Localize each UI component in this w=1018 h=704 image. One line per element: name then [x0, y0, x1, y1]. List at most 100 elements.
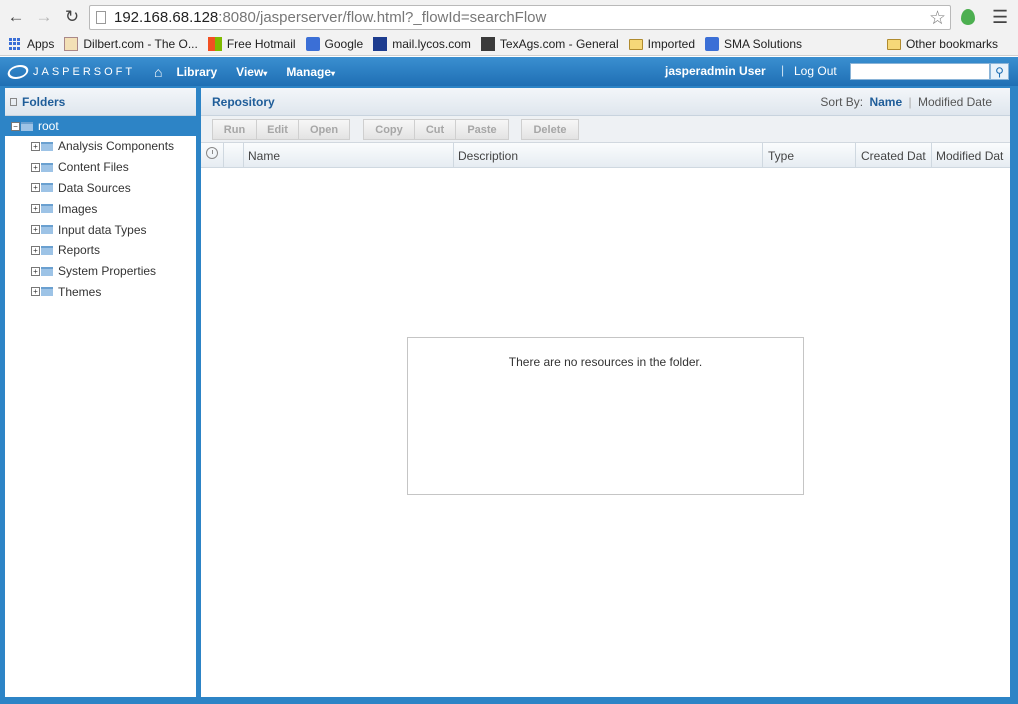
folders-header: Folders [5, 88, 196, 116]
bookmark-lycos[interactable]: mail.lycos.com [373, 37, 471, 51]
logo-text: JASPERSOFT [33, 65, 136, 78]
expand-node-icon[interactable]: + [31, 245, 40, 255]
tree-node-content-files[interactable]: + Content Files [5, 157, 196, 178]
extension-icon[interactable] [961, 9, 975, 25]
sort-by-label: Sort By: [820, 95, 864, 109]
tree-node-label: Themes [58, 284, 102, 299]
column-divider [855, 143, 856, 168]
column-divider [931, 143, 932, 168]
tree-node-images[interactable]: + Images [5, 198, 196, 219]
tree-node-label: System Properties [58, 264, 157, 279]
home-icon[interactable]: ⌂ [154, 64, 162, 80]
user-name[interactable]: jasperadmin User [665, 64, 766, 78]
menu-view-label: View [236, 64, 264, 79]
collapse-node-icon[interactable]: − [11, 121, 20, 131]
column-description[interactable]: Description [458, 149, 518, 163]
folders-title: Folders [22, 94, 66, 109]
empty-folder-message: There are no resources in the folder. [508, 355, 703, 369]
bookmark-star-icon[interactable]: ☆ [929, 7, 946, 30]
bookmark-sma[interactable]: SMA Solutions [705, 37, 802, 51]
folder-icon [41, 204, 53, 214]
delete-button[interactable]: Delete [521, 119, 579, 140]
bookmark-label: mail.lycos.com [392, 37, 471, 51]
cut-button[interactable]: Cut [414, 119, 456, 140]
tree-node-themes[interactable]: + Themes [5, 282, 196, 303]
column-created-date[interactable]: Created Dat [861, 149, 926, 163]
tree-node-analysis-components[interactable]: + Analysis Components [5, 136, 196, 157]
paste-button[interactable]: Paste [455, 119, 509, 140]
bookmark-google[interactable]: Google [305, 37, 364, 51]
tree-node-root[interactable]: − root [5, 116, 196, 136]
bookmark-texags[interactable]: TexAgs.com - General [480, 37, 619, 51]
texags-icon [480, 37, 495, 51]
edit-button[interactable]: Edit [256, 119, 299, 140]
bookmark-label: Other bookmarks [905, 37, 998, 51]
expand-node-icon[interactable]: + [31, 225, 40, 235]
reload-icon[interactable]: ↻ [60, 5, 84, 29]
windows-logo-icon [207, 37, 222, 51]
bookmark-apps[interactable]: Apps [8, 37, 54, 51]
empty-folder-message-box: There are no resources in the folder. [407, 337, 804, 495]
repository-title: Repository [212, 94, 275, 109]
tree-node-input-data-types[interactable]: + Input data Types [5, 219, 196, 240]
caret-down-icon: ▾ [263, 68, 268, 78]
repository-toolbar: Run Edit Open Copy Cut Paste Delete [201, 116, 1010, 143]
folder-icon [41, 225, 53, 235]
sort-by-name[interactable]: Name [869, 95, 902, 109]
copy-button[interactable]: Copy [363, 119, 415, 140]
bookmark-label: SMA Solutions [724, 37, 803, 51]
dilbert-icon [64, 37, 79, 51]
bookmark-hotmail[interactable]: Free Hotmail [207, 37, 296, 51]
bookmark-label: Google [324, 37, 364, 51]
column-divider [243, 143, 244, 168]
menu-view[interactable]: View▾ [236, 65, 267, 79]
tree-node-label: Input data Types [58, 222, 147, 237]
expand-node-icon[interactable]: + [31, 162, 40, 172]
bookmark-other[interactable]: Other bookmarks [886, 37, 998, 51]
expand-node-icon[interactable]: + [31, 141, 40, 151]
column-divider [223, 143, 224, 168]
column-name[interactable]: Name [248, 149, 280, 163]
expand-node-icon[interactable]: + [31, 266, 40, 276]
search-icon[interactable]: ⚲ [990, 63, 1009, 80]
column-type[interactable]: Type [768, 149, 794, 163]
google-icon [305, 37, 320, 51]
column-modified-date[interactable]: Modified Dat [936, 149, 1003, 163]
menu-manage[interactable]: Manage▾ [286, 65, 335, 79]
menu-library[interactable]: Library [176, 65, 217, 79]
back-arrow-icon[interactable]: ← [4, 5, 28, 29]
bookmark-imported[interactable]: Imported [628, 37, 695, 51]
expand-node-icon[interactable]: + [31, 204, 40, 214]
column-divider [762, 143, 763, 168]
tree-node-label: root [38, 119, 59, 133]
expand-node-icon[interactable]: + [31, 183, 40, 193]
folders-panel: Folders − root + Analysis Components + C… [5, 88, 196, 697]
separator: | [781, 63, 785, 77]
browser-toolbar: ← → ↻ 192.168.68.128:8080/jasperserver/f… [0, 0, 1018, 33]
tree-node-label: Images [58, 201, 98, 216]
jaspersoft-logo[interactable]: JASPERSOFT [5, 64, 148, 79]
collapse-panel-icon[interactable] [10, 97, 17, 106]
tree-node-label: Data Sources [58, 180, 131, 195]
tree-node-label: Content Files [58, 160, 129, 175]
open-button[interactable]: Open [298, 119, 350, 140]
tree-node-reports[interactable]: + Reports [5, 240, 196, 261]
tree-node-data-sources[interactable]: + Data Sources [5, 178, 196, 199]
address-bar[interactable]: 192.168.68.128:8080/jasperserver/flow.ht… [89, 5, 951, 30]
tree-node-label: Reports [58, 243, 101, 258]
folder-icon [41, 183, 53, 193]
browser-menu-icon[interactable]: ☰ [992, 7, 1008, 28]
forward-arrow-icon[interactable]: → [32, 5, 56, 29]
run-button[interactable]: Run [212, 119, 257, 140]
logout-link[interactable]: Log Out [794, 64, 837, 78]
tree-node-system-properties[interactable]: + System Properties [5, 261, 196, 282]
folder-icon [41, 245, 53, 255]
caret-down-icon: ▾ [331, 68, 336, 78]
folder-icon [21, 121, 33, 131]
expand-node-icon[interactable]: + [31, 287, 40, 297]
repository-header: Repository Sort By: Name | Modified Date [201, 88, 1010, 116]
bookmark-dilbert[interactable]: Dilbert.com - The O... [64, 37, 198, 51]
bookmark-label: Apps [27, 37, 55, 51]
sort-by-modified-date[interactable]: Modified Date [918, 95, 992, 109]
search-input[interactable] [850, 63, 990, 80]
